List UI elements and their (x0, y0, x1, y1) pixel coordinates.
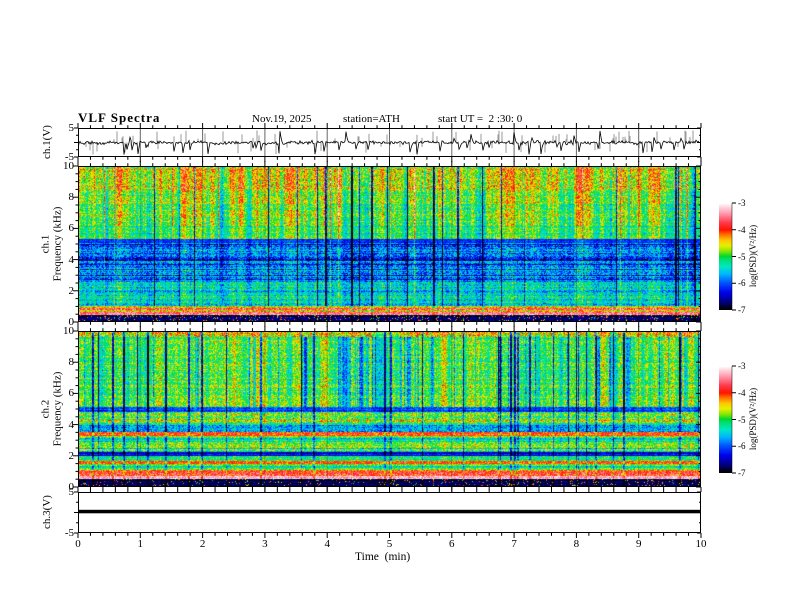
voltage-tick-label: 5 (68, 486, 75, 498)
frequency-tick-label: 8 (68, 191, 75, 204)
psd-tick-label: -6 (738, 278, 746, 289)
psd-tick-label: -3 (738, 198, 746, 208)
time-axis-label: Time (min) (355, 551, 411, 563)
colorbar-ch2 (719, 366, 732, 473)
frequency-tick-label: 4 (68, 418, 75, 431)
time-tick-label: 4 (324, 538, 330, 550)
ch2-frequency-axis-label: ch.2 Frequency (kHz) (40, 372, 65, 447)
ch1-spectrogram-image (79, 167, 700, 321)
colorbar-ch2-gradient (719, 366, 732, 473)
ch2-frequency-axis-channel: ch.2 (39, 399, 52, 419)
ch1-waveform-trace (79, 130, 700, 155)
time-tick-label: 10 (695, 538, 707, 550)
figure-title: VLF Spectra (78, 110, 161, 125)
time-tick-label: 0 (75, 538, 81, 550)
psd-tick-label: -7 (738, 468, 746, 478)
ch2-frequency-axis-text: Frequency (kHz) (52, 371, 64, 447)
voltage-tick-label: -5 (64, 151, 74, 163)
psd-tick-label: -6 (738, 441, 746, 452)
frequency-tick-label: 2 (68, 284, 75, 297)
frequency-tick-label: 6 (68, 387, 75, 400)
time-tick-label: 9 (635, 538, 642, 550)
figure-start-ut: start UT = 2 :30: 0 (438, 113, 523, 125)
ch1-frequency-axis-label: ch.1 Frequency (kHz) (40, 207, 65, 282)
time-tick-label: 7 (511, 538, 517, 550)
figure-date: Nov.19, 2025 (252, 113, 312, 125)
time-tick-label: 3 (262, 538, 268, 550)
psd-tick-label: -4 (738, 224, 746, 235)
psd-tick-label: -5 (738, 251, 746, 262)
time-tick-label: 1 (137, 538, 144, 550)
time-tick-label: 2 (199, 538, 206, 550)
figure-station: station=ATH (343, 113, 400, 125)
frequency-tick-label: 8 (68, 356, 75, 369)
psd-tick-label: -5 (738, 414, 746, 425)
ch3-waveform-panel (78, 492, 701, 533)
ch3-waveform-trace (79, 509, 700, 514)
frequency-tick-label: 4 (68, 253, 75, 266)
time-tick-label: 5 (386, 538, 393, 550)
time-tick-label: 6 (449, 538, 455, 550)
ch3-voltage-axis-label: ch.3(V) (41, 495, 53, 529)
time-tick-label: 8 (573, 538, 580, 550)
voltage-tick-label: 5 (68, 122, 75, 134)
psd-tick-label: -4 (738, 387, 746, 398)
psd-tick-label: -7 (738, 305, 746, 315)
ch2-spectrogram-panel (78, 331, 701, 487)
frequency-tick-label: 10 (63, 325, 74, 337)
ch1-spectrogram-panel (78, 166, 701, 322)
voltage-tick-label: -5 (64, 527, 74, 539)
ch2-spectrogram-image (79, 332, 700, 486)
frequency-tick-label: 2 (68, 449, 75, 462)
ch1-frequency-axis-channel: ch.1 (39, 234, 52, 254)
ch1-frequency-axis-text: Frequency (kHz) (52, 206, 64, 282)
colorbar-ch1-gradient (719, 203, 732, 310)
psd-tick-label: -3 (738, 361, 746, 371)
ch1-waveform-panel (78, 128, 701, 157)
frequency-tick-label: 6 (68, 222, 75, 235)
vlf-spectra-figure: VLF Spectra Nov.19, 2025 station=ATH sta… (0, 0, 792, 612)
colorbar-ch1 (719, 203, 732, 310)
